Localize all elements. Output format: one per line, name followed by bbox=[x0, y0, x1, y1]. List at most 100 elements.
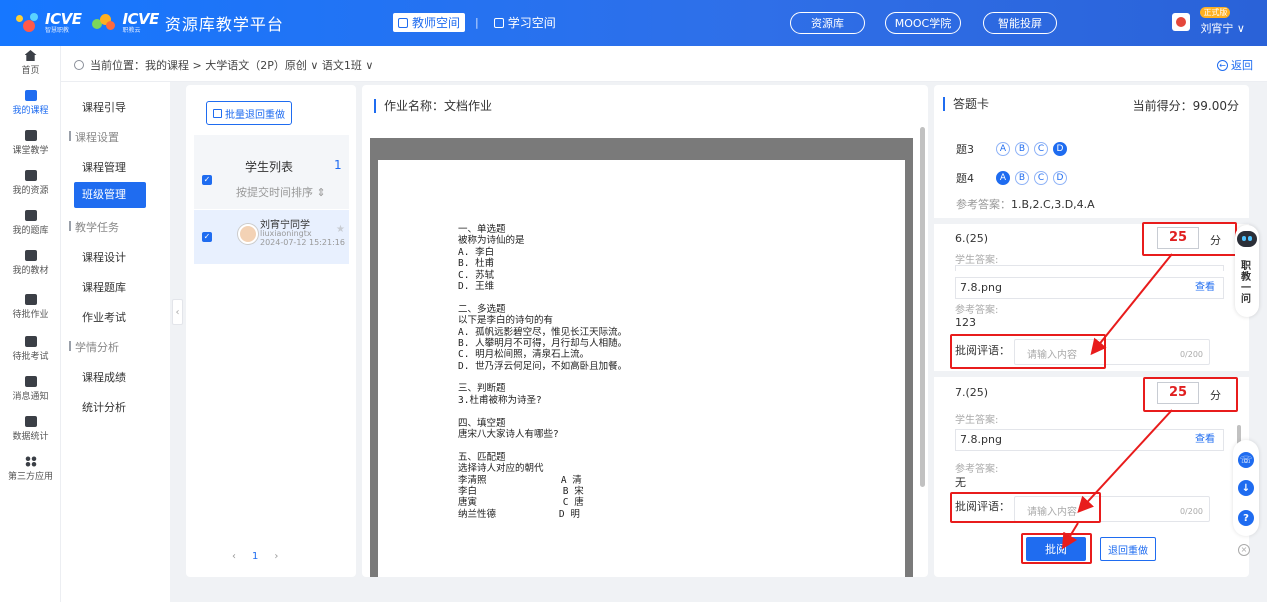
zjy-logo-icon bbox=[91, 11, 119, 35]
subnav-class-manage[interactable]: 班级管理 bbox=[74, 182, 146, 208]
document-line: 李清照 A 清 bbox=[458, 474, 582, 486]
subnav-stats[interactable]: 统计分析 bbox=[82, 399, 126, 415]
customer-service-icon[interactable]: ☏ bbox=[1238, 452, 1254, 468]
rail-exams[interactable]: 待批考试 bbox=[0, 336, 61, 362]
course-subnav: 课程引导 课程设置 课程管理 班级管理 教学任务 课程设计 课程题库 作业考试 … bbox=[61, 82, 170, 602]
rail-messages[interactable]: 消息通知 bbox=[0, 376, 61, 402]
current-page[interactable]: 1 bbox=[252, 551, 258, 562]
highlight-q7-score bbox=[1143, 377, 1238, 412]
exam-icon bbox=[24, 336, 37, 347]
q7-view-link[interactable]: 查看 bbox=[1195, 430, 1215, 450]
tab-student-space[interactable]: 学习空间 bbox=[489, 13, 561, 32]
homework-document-panel: 作业名称：文档作业 一、单选题 被称为诗仙的是 A. 李白 B. 杜甫 C. 苏轼 D. … bbox=[362, 85, 928, 577]
subnav-course-grades[interactable]: 课程成绩 bbox=[82, 369, 126, 385]
question-7-title: 7.(25) bbox=[955, 386, 989, 399]
subnav-course-design[interactable]: 课程设计 bbox=[82, 249, 126, 265]
highlight-grade-button bbox=[1021, 533, 1092, 564]
subnav-group-tasks: 教学任务 bbox=[69, 221, 119, 234]
batch-redo-button[interactable]: 批量退回重做 bbox=[206, 101, 292, 125]
student-list-panel: 批量退回重做 ✓ 学生列表 1 按提交时间排序 ⇕ ✓ 刘宵宁同学 liuxia… bbox=[186, 85, 356, 577]
document-line: 五、匹配题 bbox=[458, 451, 506, 463]
nav-resources-button[interactable]: 资源库 bbox=[790, 12, 865, 34]
rail-resources[interactable]: 我的资源 bbox=[0, 170, 61, 196]
q3-option-d[interactable]: D bbox=[1053, 142, 1067, 156]
document-line: D. 王维 bbox=[458, 280, 495, 292]
subnav-group-analysis: 学情分析 bbox=[69, 341, 119, 354]
return-redo-button[interactable]: 退回重做 bbox=[1100, 537, 1156, 561]
learning-icon bbox=[493, 17, 504, 28]
q4-option-a[interactable]: A bbox=[996, 171, 1010, 185]
user-name[interactable]: 刘宵宁 ∨ bbox=[1200, 20, 1245, 36]
document-line: 以下是李白的诗句的有 bbox=[458, 315, 554, 327]
back-button[interactable]: ← 返回 bbox=[1217, 57, 1253, 73]
sort-by-time[interactable]: 按提交时间排序 ⇕ bbox=[236, 184, 326, 200]
document-line: C. 苏轼 bbox=[458, 269, 495, 281]
select-all-checkbox[interactable]: ✓ bbox=[202, 175, 212, 185]
q4-option-b[interactable]: B bbox=[1015, 171, 1029, 185]
logo-group[interactable]: ICVE 智慧职教 ICVE 职教云 资源库教学平台 bbox=[14, 8, 284, 38]
rail-home[interactable]: 首页 bbox=[0, 50, 61, 76]
q6-reference-label: 参考答案: bbox=[955, 305, 999, 316]
question-bank-icon bbox=[24, 210, 37, 221]
tab-teacher-space[interactable]: 教师空间 bbox=[393, 13, 466, 32]
document-viewer[interactable]: 一、单选题 被称为诗仙的是 A. 李白 B. 杜甫 C. 苏轼 D. 王维 二、多选题 以下是… bbox=[370, 138, 913, 577]
nav-screen-button[interactable]: 智能投屏 bbox=[983, 12, 1057, 34]
subnav-course-bank[interactable]: 课程题库 bbox=[82, 279, 126, 295]
q3-option-a[interactable]: A bbox=[996, 142, 1010, 156]
tab-divider: | bbox=[475, 16, 479, 29]
prev-page-icon[interactable]: ‹ bbox=[232, 551, 236, 562]
rail-textbooks[interactable]: 我的教材 bbox=[0, 250, 61, 276]
collapse-panel-icon[interactable]: ‹ bbox=[172, 299, 183, 325]
nav-mooc-button[interactable]: MOOC学院 bbox=[885, 12, 961, 34]
rail-my-courses[interactable]: 我的课程 bbox=[0, 90, 61, 116]
submit-time: 2024-07-12 15:21:16 bbox=[260, 238, 345, 247]
rail-stats[interactable]: 数据统计 bbox=[0, 416, 61, 442]
highlight-q6-comment bbox=[950, 334, 1106, 369]
q3-option-c[interactable]: C bbox=[1034, 142, 1048, 156]
student-checkbox[interactable]: ✓ bbox=[202, 232, 212, 242]
rail-classroom[interactable]: 课堂教学 bbox=[0, 130, 61, 156]
q4-option-d[interactable]: D bbox=[1053, 171, 1067, 185]
rail-apps[interactable]: 第三方应用 bbox=[0, 456, 61, 482]
highlight-q7-comment bbox=[950, 492, 1101, 523]
rail-question-bank[interactable]: 我的题库 bbox=[0, 210, 61, 236]
student-row[interactable]: ✓ 刘宵宁同学 liuxiaoningtx 2024-07-12 15:21:1… bbox=[194, 210, 349, 264]
question-3-label: 题3 bbox=[956, 143, 974, 156]
next-page-icon[interactable]: › bbox=[274, 551, 278, 562]
document-line: 3.杜甫被称为诗圣? bbox=[458, 394, 542, 406]
ai-helper-widget[interactable]: 职教一问 bbox=[1235, 225, 1259, 317]
user-area[interactable]: 正式版 刘宵宁 ∨ bbox=[1172, 7, 1245, 36]
icve-logo-icon bbox=[14, 11, 42, 35]
student-count: 1 bbox=[334, 158, 342, 172]
rail-homework[interactable]: 待批作业 bbox=[0, 294, 61, 320]
student-list-header: ✓ 学生列表 1 按提交时间排序 ⇕ bbox=[194, 135, 349, 209]
document-line: A. 孤帆远影碧空尽，惟见长江天际流。 bbox=[458, 326, 628, 338]
q3-option-b[interactable]: B bbox=[1015, 142, 1029, 156]
q4-option-c[interactable]: C bbox=[1034, 171, 1048, 185]
subnav-course-manage[interactable]: 课程管理 bbox=[82, 159, 126, 175]
q7-char-count: 0/200 bbox=[1179, 507, 1203, 516]
play-icon bbox=[24, 130, 37, 141]
answer-card-title: 答题卡 bbox=[943, 97, 989, 111]
document-line: 纳兰性德 D 明 bbox=[458, 508, 580, 520]
document-scrollbar[interactable] bbox=[920, 127, 925, 487]
help-icon[interactable]: ? bbox=[1238, 510, 1254, 526]
q6-view-link[interactable]: 查看 bbox=[1195, 278, 1215, 298]
current-score: 当前得分：99.00分 bbox=[1132, 99, 1239, 113]
homework-title: 作业名称：文档作业 bbox=[374, 99, 492, 113]
avatar bbox=[238, 224, 258, 244]
subnav-guide[interactable]: 课程引导 bbox=[82, 99, 126, 115]
home-icon bbox=[24, 50, 37, 61]
stats-icon bbox=[24, 416, 37, 427]
download-icon[interactable]: ↓ bbox=[1238, 480, 1254, 496]
q6-reference-value: 123 bbox=[955, 316, 976, 329]
star-icon[interactable]: ★ bbox=[336, 224, 345, 235]
close-icon[interactable]: × bbox=[1238, 544, 1250, 556]
subnav-group-settings: 课程设置 bbox=[69, 131, 119, 144]
document-line: B. 人攀明月不可得，月行却与人相随。 bbox=[458, 337, 628, 349]
app-icon[interactable] bbox=[1172, 12, 1191, 31]
subnav-homework-exam[interactable]: 作业考试 bbox=[82, 309, 126, 325]
apps-icon bbox=[24, 456, 37, 467]
